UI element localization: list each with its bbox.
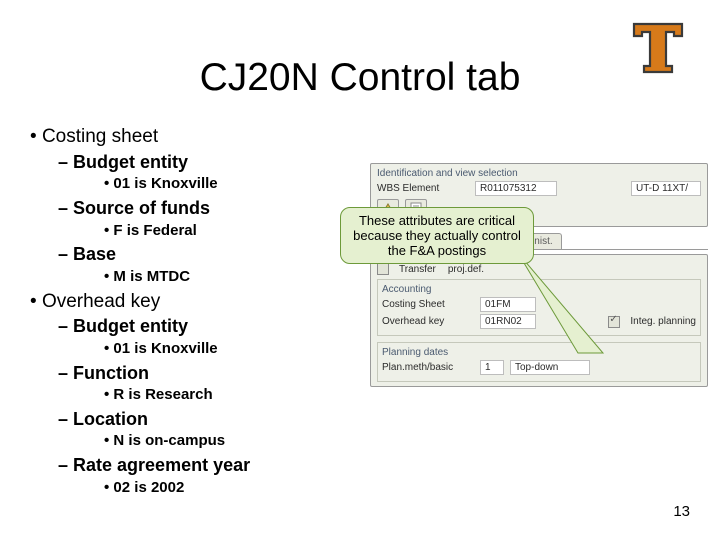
projdef-label: proj.def.	[448, 264, 484, 275]
integ-planning-label: Integ. planning	[630, 316, 696, 327]
bullet-location: Location	[58, 408, 360, 431]
bullet-source-of-funds: Source of funds	[58, 197, 360, 220]
transfer-label: Transfer	[399, 264, 436, 275]
plan-meth-label: Plan.meth/basic	[382, 362, 474, 373]
bullet-overhead-key: Overhead key	[30, 290, 360, 314]
bullet-budget-entity-1: Budget entity	[58, 151, 360, 174]
accounting-title: Accounting	[382, 284, 696, 295]
bullet-n-oncampus: N is on-campus	[104, 432, 360, 451]
bullet-rate-agreement-year: Rate agreement year	[58, 454, 360, 477]
sap-panel: Identification and view selection WBS El…	[370, 163, 708, 393]
transfer-checkbox[interactable]	[377, 263, 389, 275]
bullet-02-2002: 02 is 2002	[104, 479, 360, 498]
bullet-f-federal: F is Federal	[104, 222, 360, 241]
overhead-key-value[interactable]: 01RN02	[480, 314, 536, 329]
bullet-m-mtdc: M is MTDC	[104, 268, 360, 287]
costing-sheet-value[interactable]: 01FM	[480, 297, 536, 312]
bullet-function: Function	[58, 362, 360, 385]
wbs-right-value[interactable]: UT-D 11XT/	[631, 181, 701, 196]
bullet-base: Base	[58, 243, 360, 266]
accounting-group: Accounting Costing Sheet 01FM Overhead k…	[377, 279, 701, 336]
identification-title: Identification and view selection	[377, 168, 701, 179]
costing-sheet-label: Costing Sheet	[382, 299, 474, 310]
bullet-budget-entity-2: Budget entity	[58, 315, 360, 338]
page-number: 13	[673, 503, 690, 520]
planning-dates-title: Planning dates	[382, 347, 696, 358]
plan-meth-num[interactable]: 1	[480, 360, 504, 375]
slide-title: CJ20N Control tab	[0, 56, 720, 100]
bullet-01-knoxville-2: 01 is Knoxville	[104, 340, 360, 359]
integ-planning-checkbox[interactable]	[608, 316, 620, 328]
overhead-key-label: Overhead key	[382, 316, 474, 327]
bullet-r-research: R is Research	[104, 386, 360, 405]
planning-dates-group: Planning dates Plan.meth/basic 1 Top-dow…	[377, 342, 701, 382]
wbs-value[interactable]: R011075312	[475, 181, 557, 196]
control-tab-body: Transfer proj.def. Accounting Costing Sh…	[370, 254, 708, 387]
plan-meth-value[interactable]: Top-down	[510, 360, 590, 375]
bullet-costing-sheet: Costing sheet	[30, 125, 360, 149]
bullet-list: Costing sheet Budget entity 01 is Knoxvi…	[30, 125, 360, 500]
bullet-01-knoxville-1: 01 is Knoxville	[104, 175, 360, 194]
wbs-label: WBS Element	[377, 183, 469, 194]
callout-bubble: These attributes are critical because th…	[340, 207, 534, 264]
